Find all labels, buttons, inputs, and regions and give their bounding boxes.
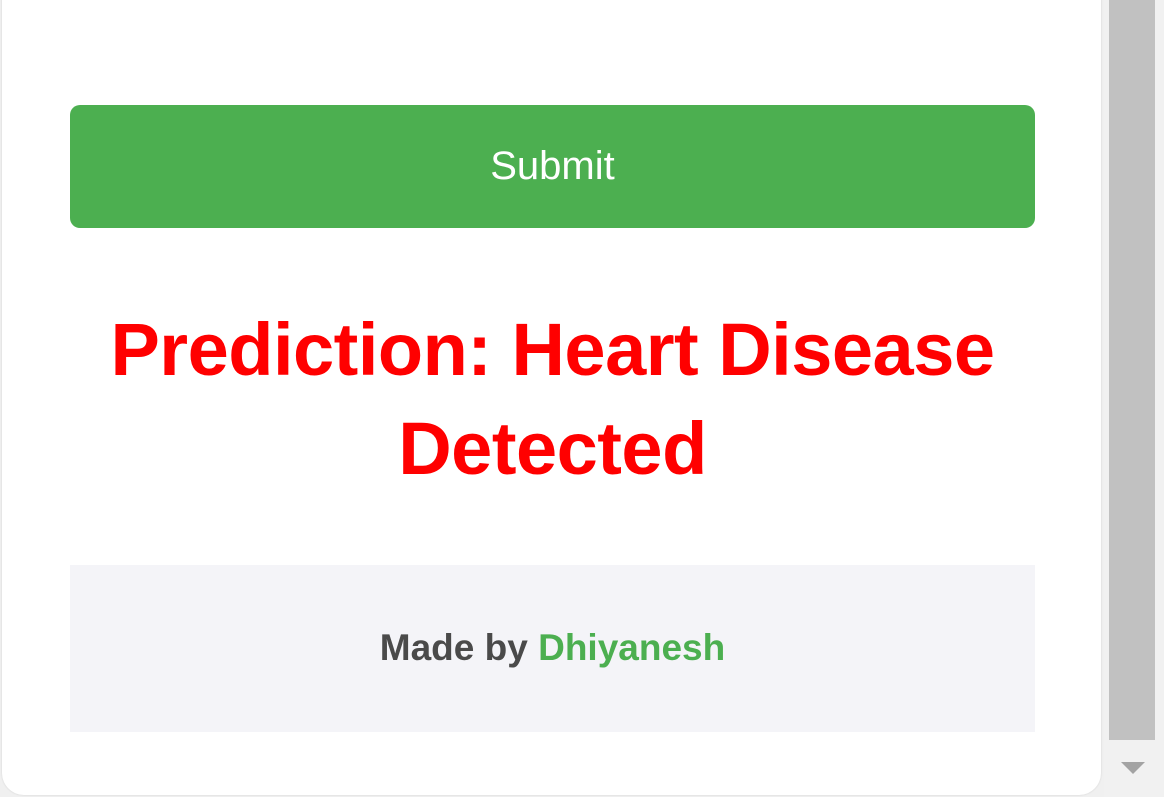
scroll-down-arrow-icon[interactable] xyxy=(1121,762,1145,774)
footer: Made by Dhiyanesh xyxy=(70,565,1035,732)
scrollbar-thumb[interactable] xyxy=(1109,0,1155,740)
prediction-result: Prediction: Heart Disease Detected xyxy=(110,308,995,490)
submit-button[interactable]: Submit xyxy=(70,105,1035,228)
footer-made-by-label: Made by xyxy=(379,627,539,668)
footer-author-name: Dhiyanesh xyxy=(538,627,726,668)
browser-viewport: Submit Prediction: Heart Disease Detecte… xyxy=(0,0,1164,797)
